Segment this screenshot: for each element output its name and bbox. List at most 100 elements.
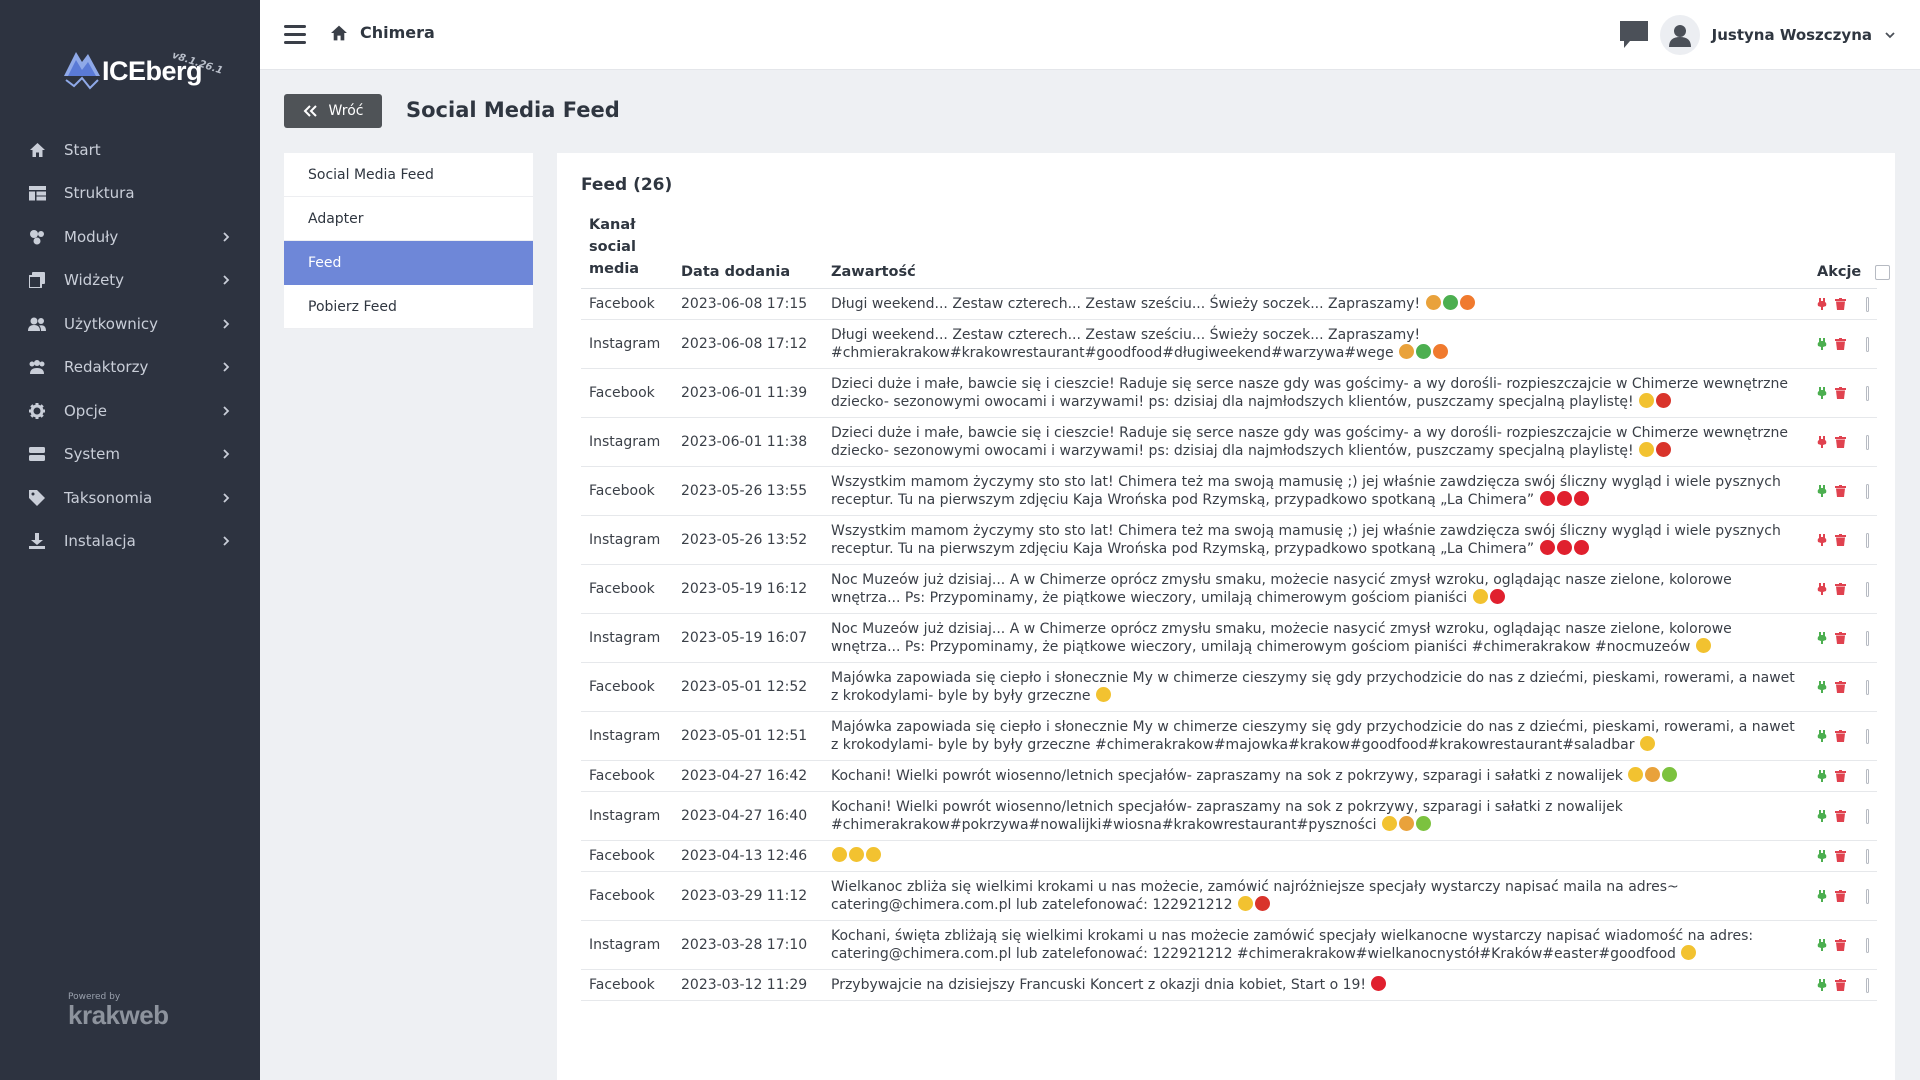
sidebar-item-uzytkownicy[interactable]: Użytkownicy bbox=[0, 302, 260, 346]
emoji-icon bbox=[866, 847, 881, 862]
row-checkbox[interactable] bbox=[1866, 728, 1869, 744]
row-checkbox[interactable] bbox=[1866, 679, 1869, 695]
cell-date: 2023-05-19 16:07 bbox=[673, 613, 823, 663]
delete-icon[interactable] bbox=[1835, 979, 1846, 991]
delete-icon[interactable] bbox=[1835, 632, 1846, 644]
toggle-visibility-icon[interactable] bbox=[1817, 436, 1827, 448]
cell-channel: Facebook bbox=[581, 662, 673, 712]
row-checkbox[interactable] bbox=[1866, 385, 1869, 401]
toggle-visibility-icon[interactable] bbox=[1817, 850, 1827, 862]
delete-icon[interactable] bbox=[1835, 681, 1846, 693]
delete-icon[interactable] bbox=[1835, 810, 1846, 822]
user-icon bbox=[1668, 25, 1691, 47]
toggle-visibility-icon[interactable] bbox=[1817, 338, 1827, 350]
toggle-visibility-icon[interactable] bbox=[1817, 632, 1827, 644]
row-checkbox[interactable] bbox=[1866, 888, 1869, 904]
toggle-visibility-icon[interactable] bbox=[1817, 681, 1827, 693]
row-checkbox[interactable] bbox=[1866, 630, 1869, 646]
sidebar-nav: Start Struktura Moduły Widżety Użytkowni… bbox=[0, 128, 260, 563]
app-logo[interactable]: ICEberg v8.1.26.1 bbox=[62, 44, 224, 100]
delete-icon[interactable] bbox=[1835, 890, 1846, 902]
delete-icon[interactable] bbox=[1835, 436, 1846, 448]
row-checkbox[interactable] bbox=[1866, 483, 1869, 499]
emoji-icon bbox=[1573, 540, 1589, 555]
row-checkbox[interactable] bbox=[1866, 296, 1869, 312]
toggle-visibility-icon[interactable] bbox=[1817, 485, 1827, 497]
sidebar-item-struktura[interactable]: Struktura bbox=[0, 172, 260, 216]
delete-icon[interactable] bbox=[1835, 850, 1846, 862]
home-icon[interactable] bbox=[330, 24, 348, 42]
row-checkbox[interactable] bbox=[1866, 434, 1869, 450]
feed-card: Feed (26) Kanał social media Data dodani… bbox=[557, 153, 1895, 1080]
cell-channel: Facebook bbox=[581, 871, 673, 921]
delete-icon[interactable] bbox=[1835, 534, 1846, 546]
row-checkbox[interactable] bbox=[1866, 848, 1869, 864]
delete-icon[interactable] bbox=[1835, 730, 1846, 742]
sidebar-item-system[interactable]: System bbox=[0, 433, 260, 477]
content-text: Kochani! Wielki powrót wiosenno/letnich … bbox=[831, 799, 1623, 833]
cell-date: 2023-04-13 12:46 bbox=[673, 840, 823, 872]
table-row: Instagram 2023-04-27 16:40 Kochani! Wiel… bbox=[581, 791, 1877, 841]
submenu-item-feed[interactable]: Feed bbox=[284, 241, 533, 285]
delete-icon[interactable] bbox=[1835, 939, 1846, 951]
back-button[interactable]: Wróć bbox=[284, 94, 382, 128]
emoji-icon bbox=[1639, 442, 1655, 457]
iceberg-logo-icon bbox=[64, 52, 100, 90]
sidebar-item-widzety[interactable]: Widżety bbox=[0, 259, 260, 303]
user-menu[interactable]: Justyna Woszczyna bbox=[1659, 15, 1896, 55]
delete-icon[interactable] bbox=[1835, 485, 1846, 497]
cell-channel: Facebook bbox=[581, 760, 673, 792]
cell-content: Majówka zapowiada się ciepło i słoneczni… bbox=[823, 662, 1809, 712]
sidebar-item-taksonomia[interactable]: Taksonomia bbox=[0, 476, 260, 520]
delete-icon[interactable] bbox=[1835, 583, 1846, 595]
sidebar-item-moduly[interactable]: Moduły bbox=[0, 215, 260, 259]
sidebar-item-instalacja[interactable]: Instalacja bbox=[0, 520, 260, 564]
cell-date: 2023-05-01 12:52 bbox=[673, 662, 823, 712]
column-header-content: Zawartość bbox=[823, 208, 1809, 289]
row-checkbox[interactable] bbox=[1866, 336, 1869, 352]
cell-content: Dzieci duże i małe, bawcie się i cieszci… bbox=[823, 368, 1809, 418]
content-text: Noc Muzeów już dzisiaj... A w Chimerze o… bbox=[831, 621, 1732, 655]
site-name[interactable]: Chimera bbox=[360, 23, 435, 42]
sidebar-item-opcje[interactable]: Opcje bbox=[0, 389, 260, 433]
structure-icon bbox=[28, 184, 46, 202]
cell-date: 2023-05-19 16:12 bbox=[673, 564, 823, 614]
sidebar-item-redaktorzy[interactable]: Redaktorzy bbox=[0, 346, 260, 390]
row-checkbox[interactable] bbox=[1866, 977, 1869, 993]
submenu-item-social-media-feed[interactable]: Social Media Feed bbox=[284, 153, 533, 197]
toggle-visibility-icon[interactable] bbox=[1817, 534, 1827, 546]
toggle-visibility-icon[interactable] bbox=[1817, 298, 1827, 310]
emoji-icon bbox=[1645, 767, 1661, 782]
chat-icon[interactable] bbox=[1618, 19, 1650, 51]
cell-channel: Instagram bbox=[581, 417, 673, 467]
toggle-visibility-icon[interactable] bbox=[1817, 890, 1827, 902]
toggle-visibility-icon[interactable] bbox=[1817, 770, 1827, 782]
cell-date: 2023-04-27 16:42 bbox=[673, 760, 823, 792]
cell-actions bbox=[1809, 920, 1877, 970]
select-all-checkbox[interactable] bbox=[1875, 264, 1891, 280]
toggle-visibility-icon[interactable] bbox=[1817, 979, 1827, 991]
server-icon bbox=[28, 445, 46, 463]
table-row: Facebook 2023-05-26 13:55 Wszystkim mamo… bbox=[581, 466, 1877, 516]
toggle-visibility-icon[interactable] bbox=[1817, 730, 1827, 742]
cell-actions bbox=[1809, 319, 1877, 369]
row-checkbox[interactable] bbox=[1866, 808, 1869, 824]
delete-icon[interactable] bbox=[1835, 338, 1846, 350]
cell-content: Noc Muzeów już dzisiaj... A w Chimerze o… bbox=[823, 613, 1809, 663]
sidebar-item-start[interactable]: Start bbox=[0, 128, 260, 172]
row-checkbox[interactable] bbox=[1866, 581, 1869, 597]
row-checkbox[interactable] bbox=[1866, 532, 1869, 548]
menu-toggle-icon[interactable] bbox=[284, 25, 306, 45]
delete-icon[interactable] bbox=[1835, 298, 1846, 310]
cell-channel: Instagram bbox=[581, 711, 673, 761]
submenu-item-pobierz-feed[interactable]: Pobierz Feed bbox=[284, 285, 533, 329]
toggle-visibility-icon[interactable] bbox=[1817, 583, 1827, 595]
row-checkbox[interactable] bbox=[1866, 937, 1869, 953]
toggle-visibility-icon[interactable] bbox=[1817, 810, 1827, 822]
delete-icon[interactable] bbox=[1835, 770, 1846, 782]
toggle-visibility-icon[interactable] bbox=[1817, 387, 1827, 399]
delete-icon[interactable] bbox=[1835, 387, 1846, 399]
toggle-visibility-icon[interactable] bbox=[1817, 939, 1827, 951]
submenu-item-adapter[interactable]: Adapter bbox=[284, 197, 533, 241]
row-checkbox[interactable] bbox=[1866, 768, 1869, 784]
